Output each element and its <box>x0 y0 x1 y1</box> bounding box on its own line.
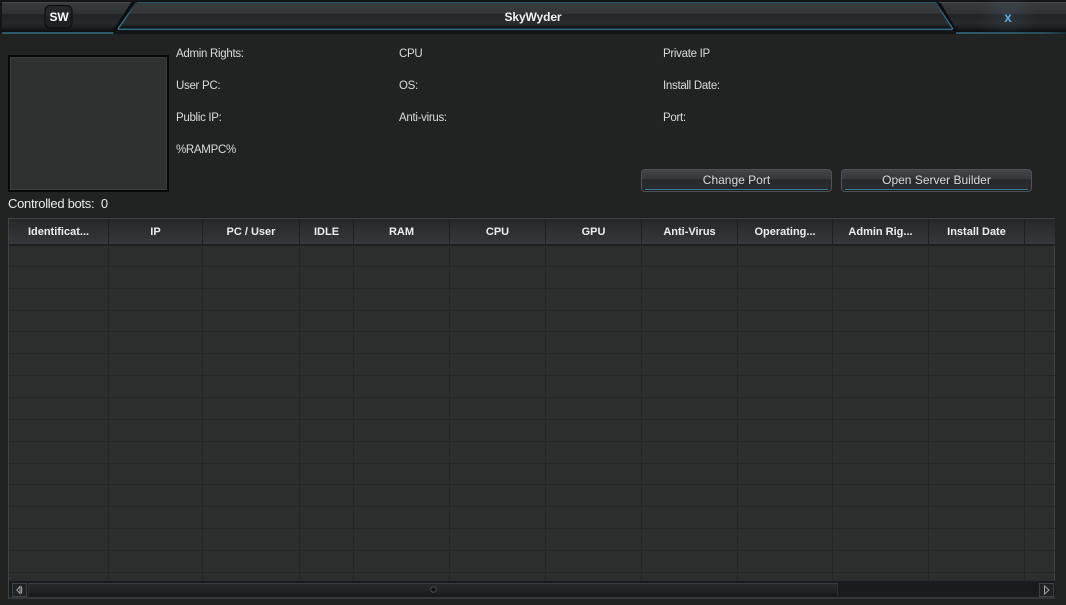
svg-text:SkyWyder: SkyWyder <box>504 10 561 24</box>
svg-text:x: x <box>1004 10 1012 25</box>
svg-text:SW: SW <box>50 10 70 24</box>
